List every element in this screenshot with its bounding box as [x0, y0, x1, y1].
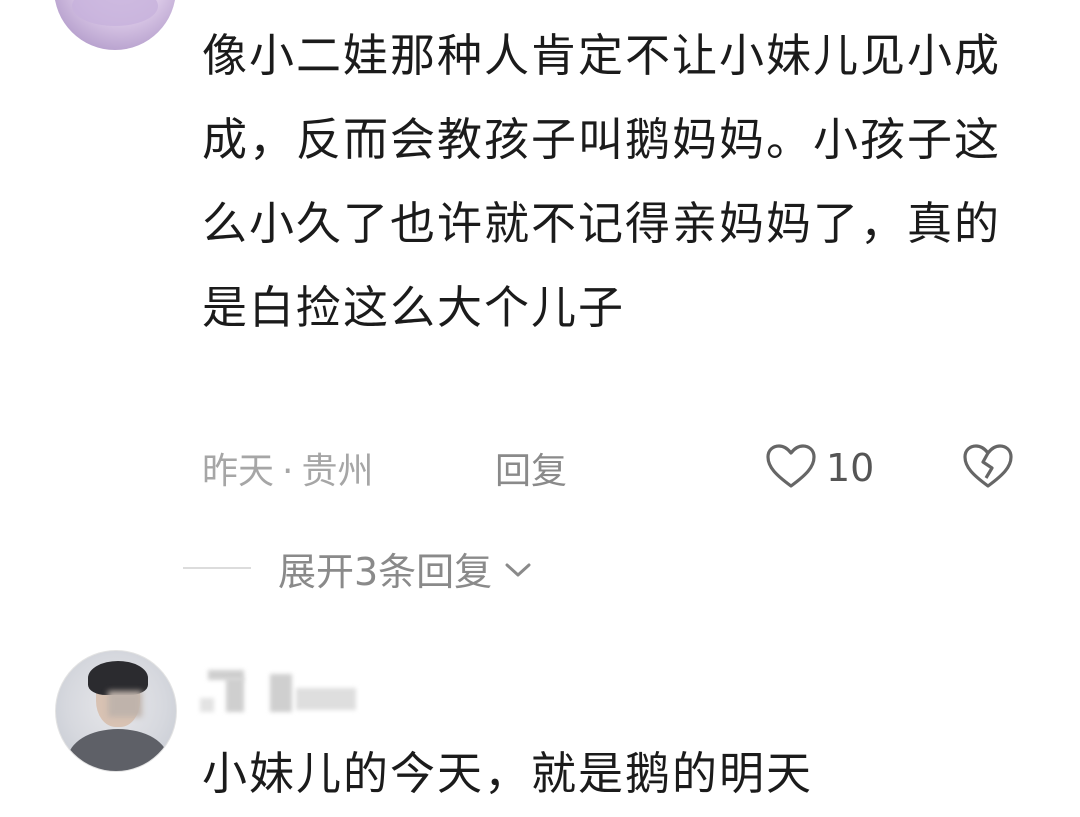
like-button[interactable]: 10 — [764, 440, 874, 496]
meta-separator: · — [282, 451, 294, 492]
dislike-button[interactable] — [960, 440, 1016, 496]
reply-button[interactable]: 回复 — [495, 442, 567, 494]
expand-divider — [183, 567, 251, 569]
comment-time: 昨天 · 贵州 — [202, 442, 373, 494]
commenter-avatar-bottom[interactable] — [55, 650, 177, 772]
like-count: 10 — [826, 446, 875, 490]
redaction-block — [270, 674, 292, 712]
avatar-shoulders — [68, 729, 168, 771]
username-redacted[interactable] — [200, 664, 360, 718]
heart-icon — [764, 442, 818, 494]
redaction-block — [296, 688, 356, 710]
expand-replies-label: 展开3条回复 — [278, 549, 493, 594]
comment-location: 贵州 — [301, 451, 374, 492]
comment-time-value: 昨天 — [202, 451, 275, 492]
avatar-blur — [108, 691, 142, 717]
comment-meta: 昨天 · 贵州 回复 — [202, 440, 567, 496]
comment-text: 像小二娃那种人肯定不让小妹儿见小成成，反而会教孩子叫鹅妈妈。小孩子这么小久了也许… — [202, 29, 1002, 334]
redaction-block — [200, 698, 214, 712]
expand-replies-button[interactable]: 展开3条回复 — [278, 540, 534, 596]
comment-text-2: 小妹儿的今天，就是鹅的明天 — [202, 747, 814, 800]
avatar-image-detail — [72, 0, 158, 26]
chevron-down-icon — [492, 546, 534, 590]
redaction-block — [226, 678, 244, 712]
avatar-hair — [88, 661, 148, 695]
broken-heart-icon — [961, 442, 1015, 494]
commenter-avatar-top[interactable] — [54, 0, 176, 50]
